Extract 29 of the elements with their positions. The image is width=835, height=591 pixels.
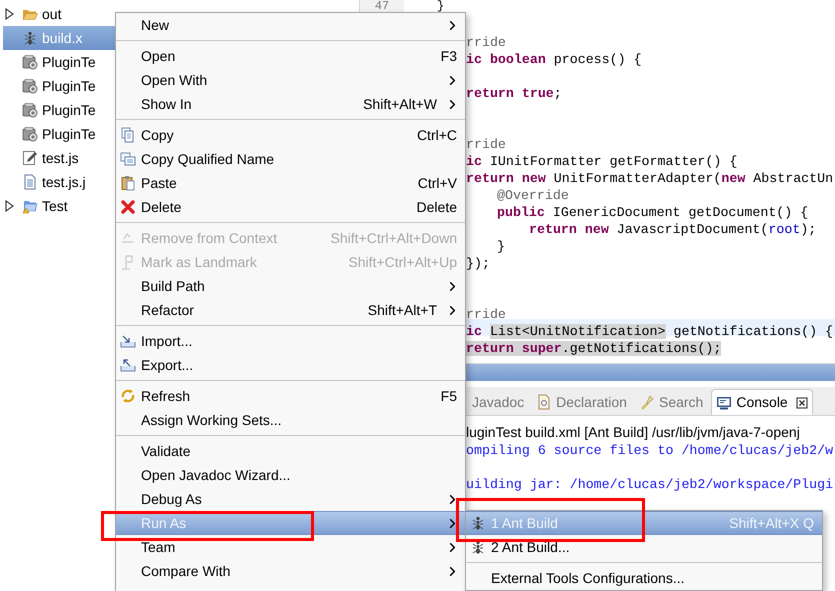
shortcut-label: Shift+Ctrl+Alt+Up	[348, 252, 457, 272]
code-line: rride	[466, 306, 506, 323]
shortcut-label: Delete	[416, 198, 457, 216]
line-number: 47	[360, 0, 404, 13]
code-line: ic boolean process() {	[466, 51, 642, 68]
code-line: ic List<UnitNotification> getNotifications() {	[466, 323, 834, 340]
shortcut-label: Ctrl+C	[416, 126, 457, 144]
shortcut-label: Shift+Alt+T	[368, 300, 437, 320]
code-line: public IGenericDocument getDocument() {	[497, 204, 808, 221]
console-title: luginTest build.xml [Ant Build] /usr/lib/jvm/java-7-openj	[466, 423, 801, 442]
code-line: });	[466, 255, 490, 272]
shortcut-label: F3	[440, 46, 457, 66]
shortcut-label: Ctrl+V	[418, 174, 457, 192]
code-line: }	[437, 0, 444, 12]
shortcut-label: Shift+Alt+X Q	[729, 514, 814, 533]
code-line: ic IUnitFormatter getFormatter() {	[466, 153, 738, 170]
code-line: return new JavascriptDocument(root);	[529, 221, 816, 238]
console-output-line: uilding jar: /home/clucas/jeb2/workspace/Plugi	[466, 476, 834, 493]
shortcut-label: Shift+Alt+W	[363, 94, 437, 114]
code-line: }	[497, 238, 505, 255]
code-line: return true;	[466, 85, 562, 102]
code-line: rride	[466, 136, 506, 153]
code-line: return super.getNotifications();	[466, 340, 722, 357]
shortcut-label: F5	[440, 386, 457, 406]
code-line: rride	[466, 34, 506, 51]
code-line: return new UnitFormatterAdapter(new AbstractUn	[466, 170, 834, 187]
console-output-line: ompiling 6 source files to /home/clucas/jeb2/w	[466, 442, 834, 459]
code-line: @Override	[497, 187, 569, 204]
shortcut-label: Shift+Ctrl+Alt+Down	[330, 228, 457, 248]
